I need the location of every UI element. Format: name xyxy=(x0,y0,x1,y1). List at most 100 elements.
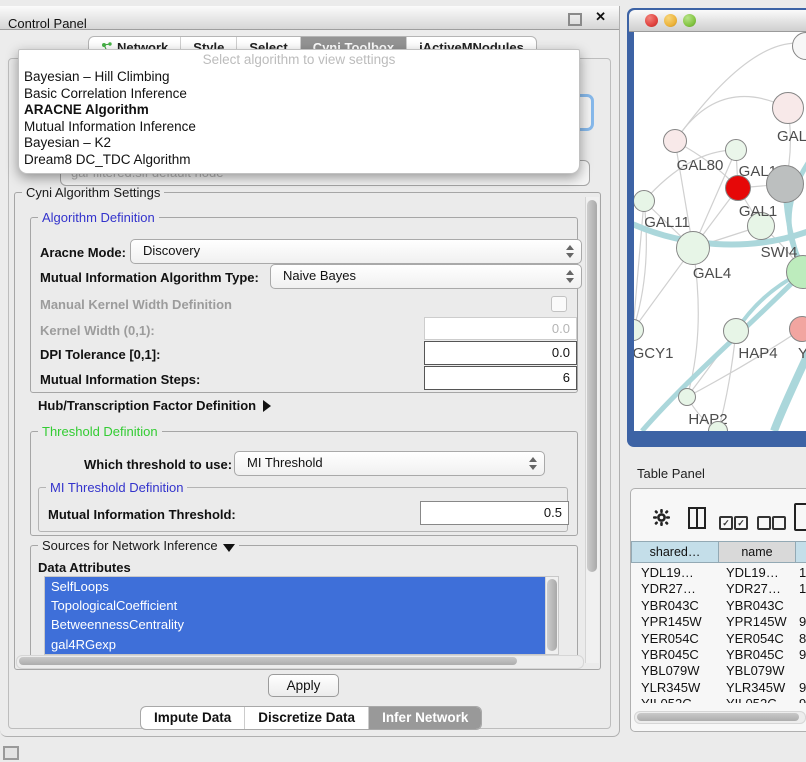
mi-steps-field[interactable]: 6 xyxy=(424,366,577,390)
table-row[interactable]: YIL052CYIL052C9. xyxy=(631,696,806,703)
tab-infer-network[interactable]: Infer Network xyxy=(368,707,481,729)
network-node[interactable] xyxy=(723,318,749,344)
attribute-item-selected[interactable]: SelfLoops xyxy=(45,577,550,596)
mi-steps-value: 6 xyxy=(563,370,570,385)
table-row[interactable]: YLR345WYLR345W9. xyxy=(631,680,806,696)
table-row[interactable]: YER054CYER054C8. xyxy=(631,631,806,647)
tab-impute-data[interactable]: Impute Data xyxy=(141,707,244,729)
table-panel-title: Table Panel xyxy=(637,466,705,481)
algorithm-option[interactable]: Bayesian – K2 xyxy=(19,135,579,152)
network-node-label: GAL xyxy=(777,128,806,145)
attribute-item-selected[interactable]: TopologicalCoefficient xyxy=(45,596,550,615)
network-node-label: GAL1 xyxy=(739,203,777,220)
algorithm-option-highlighted[interactable]: ARACNE Algorithm xyxy=(19,102,579,119)
network-view-window: GALGAL80GAL10GAL1GAL11GAL4SWI4GCY1HAP4YH… xyxy=(627,8,806,447)
network-node-label: GAL4 xyxy=(693,265,731,282)
unchecked-checkbox-icon[interactable] xyxy=(772,516,786,530)
expand-arrow-icon xyxy=(263,400,271,412)
network-node[interactable] xyxy=(725,139,747,161)
settings-hscrollbar-thumb[interactable] xyxy=(19,657,517,665)
document-icon[interactable] xyxy=(794,503,806,531)
unchecked-checkbox-icon[interactable] xyxy=(757,516,771,530)
control-panel-titlebar[interactable]: Control Panel xyxy=(0,6,619,30)
hub-section-toggle[interactable]: Hub/Transcription Factor Definition xyxy=(38,398,271,413)
network-node-label: Y xyxy=(798,345,806,362)
data-attributes-list: SelfLoops TopologicalCoefficient Between… xyxy=(44,576,559,655)
attribute-item-selected[interactable]: BetweennessCentrality xyxy=(45,615,550,634)
table-header-row: shared… name xyxy=(631,541,806,563)
attribute-list-scrollbar-thumb[interactable] xyxy=(547,579,557,651)
algorithm-dropdown-popup: Select algorithm to view settings Bayesi… xyxy=(18,49,580,174)
network-node[interactable] xyxy=(678,388,696,406)
bottom-tab-bar: Impute Data Discretize Data Infer Networ… xyxy=(140,706,482,730)
float-window-icon[interactable] xyxy=(568,13,582,26)
column-header-shared-name[interactable]: shared… xyxy=(631,541,718,563)
table-panel-window: ✓ ✓ shared… name YDL19…YDL19…13 YDR27…YD… xyxy=(630,488,806,732)
dock-panel-icon[interactable] xyxy=(3,746,19,760)
dpi-tolerance-value: 0.0 xyxy=(552,345,570,360)
aracne-mode-select[interactable]: Discovery xyxy=(130,239,582,264)
settings-vertical-scrollbar[interactable] xyxy=(585,197,599,663)
mi-type-value: Naive Bayes xyxy=(283,268,356,283)
settings-horizontal-scrollbar[interactable] xyxy=(16,655,584,669)
network-window-titlebar[interactable] xyxy=(629,10,806,32)
which-threshold-label: Which threshold to use: xyxy=(84,457,232,472)
sources-group-title[interactable]: Sources for Network Inference xyxy=(38,538,239,553)
mi-threshold-value: 0.5 xyxy=(544,505,562,520)
table-rows[interactable]: YDL19…YDL19…13 YDR27…YDR27…12 YBR043CYBR… xyxy=(631,565,806,703)
tab-discretize-data[interactable]: Discretize Data xyxy=(244,707,368,729)
column-header-cut[interactable] xyxy=(795,541,806,563)
table-horizontal-scrollbar[interactable] xyxy=(634,711,806,724)
table-row[interactable]: YDR27…YDR27…12 xyxy=(631,581,806,597)
close-traffic-light[interactable] xyxy=(645,14,658,27)
table-row[interactable]: YBR045CYBR045C9. xyxy=(631,647,806,663)
dpi-tolerance-field[interactable]: 0.0 xyxy=(424,341,577,365)
gear-icon[interactable] xyxy=(653,509,670,531)
table-row[interactable]: YPR145WYPR145W9. xyxy=(631,614,806,630)
kernel-width-field[interactable]: 0.0 xyxy=(424,317,577,340)
which-threshold-select[interactable]: MI Threshold xyxy=(234,451,545,476)
apply-button[interactable]: Apply xyxy=(268,674,339,697)
settings-scrollbar-thumb[interactable] xyxy=(587,200,597,572)
mi-threshold-field[interactable]: 0.5 xyxy=(420,501,569,525)
stepper-arrows-icon xyxy=(528,457,537,470)
column-header-name[interactable]: name xyxy=(718,541,795,563)
table-row[interactable]: YBL079WYBL079W xyxy=(631,663,806,679)
algorithm-definition-title: Algorithm Definition xyxy=(38,210,159,225)
network-node[interactable] xyxy=(725,175,751,201)
network-node[interactable] xyxy=(676,231,710,265)
dpi-tolerance-label: DPI Tolerance [0,1]: xyxy=(40,347,160,362)
table-hscrollbar-thumb[interactable] xyxy=(637,713,799,721)
close-icon[interactable]: ✕ xyxy=(595,9,606,25)
sources-title-label: Sources for Network Inference xyxy=(42,538,218,553)
network-node[interactable] xyxy=(772,92,804,124)
aracne-mode-value: Discovery xyxy=(143,243,200,258)
algorithm-option[interactable]: Basic Correlation Inference xyxy=(19,86,579,103)
mi-steps-label: Mutual Information Steps: xyxy=(40,372,200,387)
checked-checkbox-icon[interactable]: ✓ xyxy=(734,516,748,530)
tab-label: Infer Network xyxy=(382,710,468,725)
split-columns-icon[interactable] xyxy=(688,507,706,529)
tab-label: Discretize Data xyxy=(258,710,355,725)
attribute-list-scrollbar[interactable] xyxy=(545,577,558,654)
mi-type-select[interactable]: Naive Bayes xyxy=(270,264,582,289)
kernel-width-value: 0.0 xyxy=(552,321,570,336)
attribute-item-selected[interactable]: gal4RGexp xyxy=(45,635,550,654)
zoom-traffic-light[interactable] xyxy=(683,14,696,27)
network-node[interactable] xyxy=(634,190,655,212)
network-node-label: GCY1 xyxy=(634,345,673,362)
network-node[interactable] xyxy=(766,165,804,203)
table-row[interactable]: YDL19…YDL19…13 xyxy=(631,565,806,581)
which-threshold-value: MI Threshold xyxy=(247,455,323,470)
mi-threshold-label: Mutual Information Threshold: xyxy=(48,507,236,522)
checked-checkbox-icon[interactable]: ✓ xyxy=(719,516,733,530)
algorithm-option[interactable]: Mutual Information Inference xyxy=(19,119,579,136)
table-row[interactable]: YBR043CYBR043C xyxy=(631,598,806,614)
network-canvas[interactable]: GALGAL80GAL10GAL1GAL11GAL4SWI4GCY1HAP4YH… xyxy=(634,32,806,431)
manual-kernel-checkbox[interactable] xyxy=(551,296,567,312)
algorithm-option[interactable]: Dream8 DC_TDC Algorithm xyxy=(19,152,579,169)
network-node-label: GAL11 xyxy=(644,214,690,231)
minimize-traffic-light[interactable] xyxy=(664,14,677,27)
algorithm-option[interactable]: Bayesian – Hill Climbing xyxy=(19,69,579,86)
network-node[interactable] xyxy=(663,129,687,153)
